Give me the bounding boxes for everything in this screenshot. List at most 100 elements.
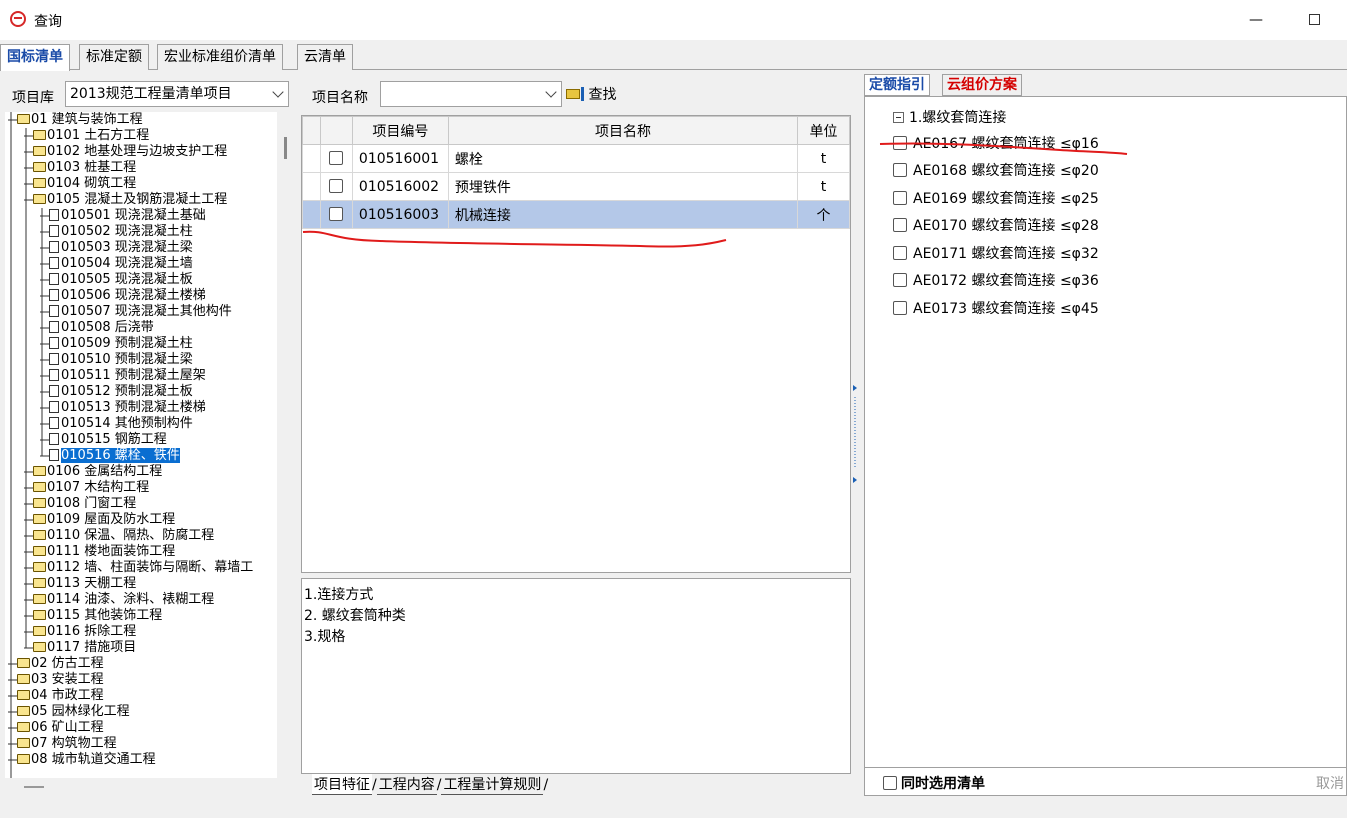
quota-label: AE0170 螺纹套筒连接 ≤φ28 bbox=[913, 218, 1099, 234]
quota-checkbox[interactable] bbox=[893, 191, 907, 205]
tree-node-root[interactable]: 05 园林绿化工程 bbox=[17, 704, 130, 720]
list-item[interactable]: AE0167 螺纹套筒连接 ≤φ16 bbox=[893, 133, 1099, 153]
quota-checkbox[interactable] bbox=[893, 246, 907, 260]
document-icon bbox=[49, 273, 59, 285]
row-indicator bbox=[302, 200, 321, 229]
tree-node-root[interactable]: 06 矿山工程 bbox=[17, 720, 104, 736]
document-icon bbox=[49, 257, 59, 269]
tab-cloud-list[interactable]: 云清单 bbox=[297, 44, 353, 70]
checkbox-box[interactable] bbox=[883, 776, 897, 790]
tree-node[interactable]: 0107 木结构工程 bbox=[33, 480, 149, 496]
quota-group-label: 1.螺纹套筒连接 bbox=[909, 110, 1007, 126]
list-item[interactable]: AE0168 螺纹套筒连接 ≤φ20 bbox=[893, 160, 1099, 180]
find-button[interactable]: 查找 bbox=[566, 84, 616, 106]
tree-resize-handle[interactable] bbox=[24, 786, 44, 788]
tree-leaf[interactable]: 010501 现浇混凝土基础 bbox=[49, 208, 206, 224]
tree-scrollbar-thumb[interactable] bbox=[284, 137, 287, 159]
tree-node[interactable]: 0109 屋面及防水工程 bbox=[33, 512, 175, 528]
tree-node-root[interactable]: 08 城市轨道交通工程 bbox=[17, 752, 156, 768]
tree-node[interactable]: 0105 混凝土及钢筋混凝土工程 bbox=[33, 192, 227, 208]
list-item[interactable]: AE0170 螺纹套筒连接 ≤φ28 bbox=[893, 215, 1099, 235]
tree-leaf[interactable]: 010509 预制混凝土柱 bbox=[49, 336, 193, 352]
minimize-button[interactable]: — bbox=[1242, 8, 1270, 32]
table-row-selected[interactable]: 010516003 机械连接 个 bbox=[302, 200, 850, 229]
tree-leaf[interactable]: 010504 现浇混凝土墙 bbox=[49, 256, 193, 272]
tree-node[interactable]: 0104 砌筑工程 bbox=[33, 176, 136, 192]
list-item[interactable]: AE0173 螺纹套筒连接 ≤φ45 bbox=[893, 298, 1099, 318]
tree-node[interactable]: 0101 土石方工程 bbox=[33, 128, 149, 144]
tree-node-root[interactable]: 07 构筑物工程 bbox=[17, 736, 117, 752]
collapse-icon[interactable] bbox=[893, 112, 904, 123]
tree-node[interactable]: 0110 保温、隔热、防腐工程 bbox=[33, 528, 214, 544]
tab-quantity-rules[interactable]: 工程量计算规则 bbox=[441, 774, 544, 795]
quota-label: AE0171 螺纹套筒连接 ≤φ32 bbox=[913, 246, 1099, 262]
tab-cloud-pricing-scheme[interactable]: 云组价方案 bbox=[942, 74, 1022, 96]
tree-node[interactable]: 0111 楼地面装饰工程 bbox=[33, 544, 175, 560]
tree-leaf[interactable]: 010508 后浇带 bbox=[49, 320, 154, 336]
library-select[interactable]: 2013规范工程量清单项目 bbox=[65, 81, 289, 107]
list-item[interactable]: AE0169 螺纹套筒连接 ≤φ25 bbox=[893, 188, 1099, 208]
tree-node[interactable]: 0102 地基处理与边坡支护工程 bbox=[33, 144, 227, 160]
table-row[interactable]: 010516001 螺栓 t bbox=[302, 144, 850, 173]
tree-node[interactable]: 0116 拆除工程 bbox=[33, 624, 136, 640]
tree-leaf[interactable]: 010512 预制混凝土板 bbox=[49, 384, 193, 400]
tree-leaf[interactable]: 010510 预制混凝土梁 bbox=[49, 352, 193, 368]
maximize-button[interactable] bbox=[1300, 8, 1328, 32]
tree-node-label: 010507 现浇混凝土其他构件 bbox=[61, 304, 232, 319]
tree-node[interactable]: 0117 措施项目 bbox=[33, 640, 136, 656]
tab-national-list[interactable]: 国标清单 bbox=[0, 44, 70, 71]
tree-node-root[interactable]: 03 安装工程 bbox=[17, 672, 104, 688]
tree-node-label: 0110 保温、隔热、防腐工程 bbox=[47, 528, 215, 543]
tree-node[interactable]: 0115 其他装饰工程 bbox=[33, 608, 162, 624]
cancel-button[interactable]: 取消 bbox=[1316, 773, 1344, 793]
tree-node[interactable]: 0108 门窗工程 bbox=[33, 496, 136, 512]
tree-node-label: 010502 现浇混凝土柱 bbox=[61, 224, 193, 239]
tree-node[interactable]: 0103 桩基工程 bbox=[33, 160, 136, 176]
tree-node-root[interactable]: 02 仿古工程 bbox=[17, 656, 104, 672]
tree-leaf[interactable]: 010511 预制混凝土屋架 bbox=[49, 368, 206, 384]
tree-leaf[interactable]: 010503 现浇混凝土梁 bbox=[49, 240, 193, 256]
window-title: 查询 bbox=[34, 14, 62, 30]
quota-checkbox[interactable] bbox=[893, 301, 907, 315]
tree-leaf[interactable]: 010502 现浇混凝土柱 bbox=[49, 224, 193, 240]
row-code: 010516003 bbox=[351, 200, 449, 229]
tree-leaf-selected[interactable]: 010516 螺栓、铁件 bbox=[49, 448, 180, 464]
tree-node[interactable]: 0112 墙、柱面装饰与隔断、幕墙工 bbox=[33, 560, 253, 576]
also-select-list-checkbox[interactable]: 同时选用清单 bbox=[883, 773, 985, 793]
row-checkbox[interactable] bbox=[329, 150, 344, 165]
tree-node[interactable]: 0114 油漆、涂料、裱糊工程 bbox=[33, 592, 214, 608]
folder-icon bbox=[33, 530, 46, 540]
tab-standard-quota[interactable]: 标准定额 bbox=[79, 44, 149, 70]
row-checkbox[interactable] bbox=[329, 206, 344, 221]
tree-leaf[interactable]: 010506 现浇混凝土楼梯 bbox=[49, 288, 206, 304]
tab-item-features[interactable]: 项目特征 bbox=[312, 774, 372, 795]
tree-leaf[interactable]: 010514 其他预制构件 bbox=[49, 416, 193, 432]
quota-group[interactable]: 1.螺纹套筒连接 bbox=[893, 107, 1006, 127]
list-item[interactable]: AE0172 螺纹套筒连接 ≤φ36 bbox=[893, 270, 1099, 290]
item-name-input[interactable] bbox=[380, 81, 562, 107]
tree-leaf[interactable]: 010515 钢筋工程 bbox=[49, 432, 167, 448]
tab-work-content[interactable]: 工程内容 bbox=[376, 774, 437, 795]
row-checkbox[interactable] bbox=[329, 178, 344, 193]
quota-checkbox[interactable] bbox=[893, 136, 907, 150]
tree-node[interactable]: 0106 金属结构工程 bbox=[33, 464, 162, 480]
tree-leaf[interactable]: 010505 现浇混凝土板 bbox=[49, 272, 193, 288]
tree-node-root[interactable]: 04 市政工程 bbox=[17, 688, 104, 704]
tree-node-root[interactable]: 01 建筑与装饰工程 bbox=[17, 112, 143, 128]
tree-node[interactable]: 0113 天棚工程 bbox=[33, 576, 136, 592]
find-icon bbox=[566, 87, 584, 101]
table-row[interactable]: 010516002 预埋铁件 t bbox=[302, 172, 850, 201]
row-name: 预埋铁件 bbox=[447, 172, 799, 201]
tree-leaf[interactable]: 010507 现浇混凝土其他构件 bbox=[49, 304, 232, 320]
tab-quota-guide[interactable]: 定额指引 bbox=[864, 74, 930, 96]
row-code: 010516001 bbox=[351, 144, 449, 173]
list-item[interactable]: AE0171 螺纹套筒连接 ≤φ32 bbox=[893, 243, 1099, 263]
quota-checkbox[interactable] bbox=[893, 218, 907, 232]
quota-checkbox[interactable] bbox=[893, 163, 907, 177]
tree-node-label: 0116 拆除工程 bbox=[47, 624, 137, 639]
panel-splitter[interactable] bbox=[853, 385, 857, 485]
quota-checkbox[interactable] bbox=[893, 273, 907, 287]
tree-leaf[interactable]: 010513 预制混凝土楼梯 bbox=[49, 400, 206, 416]
tree-node-label: 010501 现浇混凝土基础 bbox=[61, 208, 206, 223]
tab-hongye-pricing-list[interactable]: 宏业标准组价清单 bbox=[157, 44, 283, 70]
